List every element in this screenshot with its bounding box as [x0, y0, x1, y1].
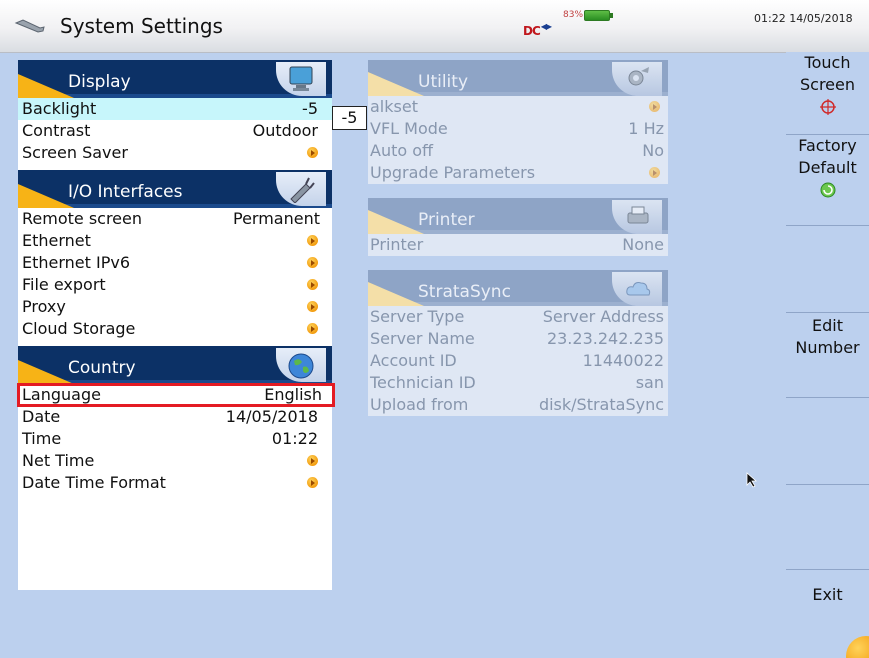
setting-row-alkset[interactable]: alkset [368, 96, 668, 118]
submenu-arrow-icon [649, 167, 660, 178]
setting-row-remote-screen[interactable]: Remote screen Permanent [18, 208, 332, 230]
setting-row-cloud-storage[interactable]: Cloud Storage [18, 318, 332, 340]
dc-connection-icon: DC◀▶ [523, 22, 552, 38]
utility-header: Utility [368, 60, 668, 96]
setting-row-file-export[interactable]: File export [18, 274, 332, 296]
setting-row-server-name[interactable]: Server Name 23.23.242.235 [368, 328, 668, 350]
setting-row-account-id[interactable]: Account ID 11440022 [368, 350, 668, 372]
settings-middle-panel: Utility alkset VFL Mode 1 Hz Auto off No… [368, 60, 668, 480]
submenu-arrow-icon [307, 455, 318, 466]
battery-icon [584, 10, 613, 21]
printer-header-label: Printer [418, 210, 475, 230]
settings-left-panel: Display Backlight -5 Contrast Outdoor Sc… [17, 60, 335, 590]
monitor-icon [276, 62, 326, 96]
printer-icon [612, 200, 662, 234]
function-key-empty-1[interactable] [786, 226, 869, 313]
mouse-cursor-icon [746, 472, 758, 488]
globe-icon [276, 348, 326, 382]
reset-icon [820, 182, 835, 198]
function-key-empty-3[interactable] [786, 485, 869, 570]
edit-number-button[interactable]: Edit Number [786, 313, 869, 398]
setting-row-language[interactable]: Language English [17, 383, 335, 407]
submenu-arrow-icon [307, 323, 318, 334]
clock: 01:22 14/05/2018 [754, 12, 853, 25]
submenu-arrow-icon [307, 235, 318, 246]
setting-row-date[interactable]: Date 14/05/2018 [18, 406, 332, 428]
page-title: System Settings [60, 14, 223, 38]
io-interfaces-header: I/O Interfaces [18, 170, 332, 208]
setting-row-ethernet-ipv6[interactable]: Ethernet IPv6 [18, 252, 332, 274]
country-header-label: Country [68, 358, 136, 378]
setting-row-auto-off[interactable]: Auto off No [368, 140, 668, 162]
touch-screen-button[interactable]: Touch Screen [786, 52, 869, 135]
submenu-arrow-icon [307, 147, 318, 158]
setting-row-upload-from[interactable]: Upload from disk/StrataSync [368, 394, 668, 416]
setting-row-contrast[interactable]: Contrast Outdoor [18, 120, 332, 142]
submenu-arrow-icon [307, 477, 318, 488]
title-bar: System Settings DC◀▶ 83% 01:22 14/05/201… [0, 0, 869, 53]
submenu-arrow-icon [307, 301, 318, 312]
country-header: Country [18, 346, 332, 384]
setting-row-ethernet[interactable]: Ethernet [18, 230, 332, 252]
battery-percent: 83% [563, 10, 584, 20]
utility-group: Utility alkset VFL Mode 1 Hz Auto off No… [368, 60, 668, 184]
tools-icon [612, 62, 662, 96]
crosshair-icon [819, 99, 836, 115]
submenu-arrow-icon [307, 257, 318, 268]
stratasync-group: StrataSync Server Type Server Address Se… [368, 270, 668, 416]
plug-icon [276, 172, 326, 206]
display-header: Display [18, 60, 332, 98]
stratasync-header: StrataSync [368, 270, 668, 306]
setting-row-date-time-format[interactable]: Date Time Format [18, 472, 332, 494]
setting-row-net-time[interactable]: Net Time [18, 450, 332, 472]
utility-header-label: Utility [418, 72, 469, 92]
factory-default-button[interactable]: Factory Default [786, 135, 869, 226]
setting-row-printer[interactable]: Printer None [368, 234, 668, 256]
printer-group: Printer Printer None [368, 198, 668, 256]
screen: System Settings DC◀▶ 83% 01:22 14/05/201… [0, 0, 869, 658]
setting-row-technician-id[interactable]: Technician ID san [368, 372, 668, 394]
setting-row-server-type[interactable]: Server Type Server Address [368, 306, 668, 328]
cloud-icon [612, 272, 662, 306]
submenu-arrow-icon [649, 101, 660, 112]
setting-row-backlight[interactable]: Backlight -5 [18, 98, 332, 120]
setting-row-vfl-mode[interactable]: VFL Mode 1 Hz [368, 118, 668, 140]
setting-row-time[interactable]: Time 01:22 [18, 428, 332, 450]
setting-row-screen-saver[interactable]: Screen Saver [18, 142, 332, 164]
stratasync-header-label: StrataSync [418, 282, 511, 302]
display-header-label: Display [68, 72, 131, 92]
wrench-icon [14, 19, 45, 33]
io-header-label: I/O Interfaces [68, 182, 183, 202]
backlight-edit-field[interactable]: -5 [332, 106, 367, 130]
setting-row-upgrade-parameters[interactable]: Upgrade Parameters [368, 162, 668, 184]
submenu-arrow-icon [307, 279, 318, 290]
function-key-empty-2[interactable] [786, 398, 869, 485]
function-key-bar: Touch Screen Factory Default Edit Number… [786, 52, 869, 658]
setting-row-proxy[interactable]: Proxy [18, 296, 332, 318]
printer-header: Printer [368, 198, 668, 234]
